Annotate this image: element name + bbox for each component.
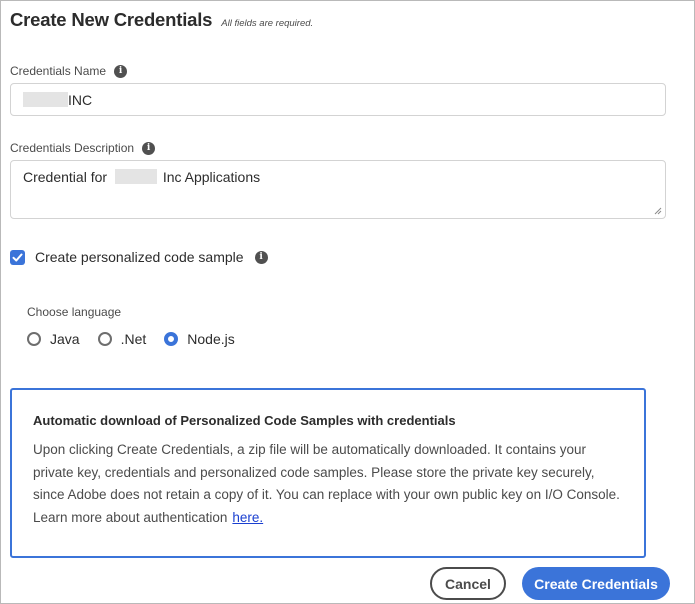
checkmark-icon bbox=[12, 253, 23, 261]
redacted-text bbox=[23, 92, 68, 107]
info-icon[interactable]: i bbox=[254, 250, 268, 264]
create-credentials-dialog: Create New Credentials All fields are re… bbox=[0, 0, 695, 604]
credentials-description-label: Credentials Description bbox=[10, 141, 135, 155]
cancel-button[interactable]: Cancel bbox=[430, 567, 506, 600]
notice-body: Upon clicking Create Credentials, a zip … bbox=[33, 439, 627, 529]
required-note: All fields are required. bbox=[221, 18, 314, 29]
info-icon[interactable]: i bbox=[114, 64, 128, 78]
radio-label: Java bbox=[50, 331, 80, 347]
credentials-name-label-row: Credentials Name i bbox=[10, 64, 128, 78]
radio-nodejs[interactable]: Node.js bbox=[164, 331, 235, 347]
code-sample-option: Create personalized code sample i bbox=[10, 249, 268, 265]
learn-more-link[interactable]: here. bbox=[232, 510, 263, 525]
credentials-name-value: INC bbox=[68, 91, 93, 108]
credentials-name-label: Credentials Name bbox=[10, 64, 107, 78]
code-sample-label[interactable]: Create personalized code sample bbox=[35, 249, 244, 265]
notice-title: Automatic download of Personalized Code … bbox=[33, 413, 456, 428]
choose-language-label: Choose language bbox=[27, 305, 122, 319]
download-notice: Automatic download of Personalized Code … bbox=[10, 388, 646, 558]
page-title: Create New Credentials bbox=[10, 9, 213, 30]
credentials-description-value-suffix: Inc Applications bbox=[162, 169, 261, 185]
credentials-description-value-prefix: Credential for bbox=[23, 169, 108, 185]
credentials-description-label-row: Credentials Description i bbox=[10, 141, 156, 155]
radio-java[interactable]: Java bbox=[27, 331, 80, 347]
radio-button[interactable] bbox=[27, 332, 41, 346]
radio-button[interactable] bbox=[97, 332, 112, 346]
credentials-description-textarea[interactable]: Credential for Inc Applications bbox=[10, 160, 666, 219]
resize-grip-icon[interactable] bbox=[654, 207, 662, 215]
language-radio-group: Java .Net Node.js bbox=[27, 331, 253, 347]
radio-label: .Net bbox=[120, 331, 147, 347]
radio-button-selected[interactable] bbox=[164, 332, 179, 346]
radio-dotnet[interactable]: .Net bbox=[97, 331, 147, 347]
notice-text: Upon clicking Create Credentials, a zip … bbox=[33, 442, 620, 525]
create-credentials-button[interactable]: Create Credentials bbox=[522, 567, 670, 600]
code-sample-checkbox[interactable] bbox=[10, 249, 25, 265]
radio-label: Node.js bbox=[187, 331, 235, 347]
info-icon[interactable]: i bbox=[142, 141, 156, 155]
credentials-name-input[interactable]: INC bbox=[10, 83, 666, 116]
redacted-text bbox=[114, 169, 157, 184]
header: Create New Credentials All fields are re… bbox=[10, 9, 313, 31]
